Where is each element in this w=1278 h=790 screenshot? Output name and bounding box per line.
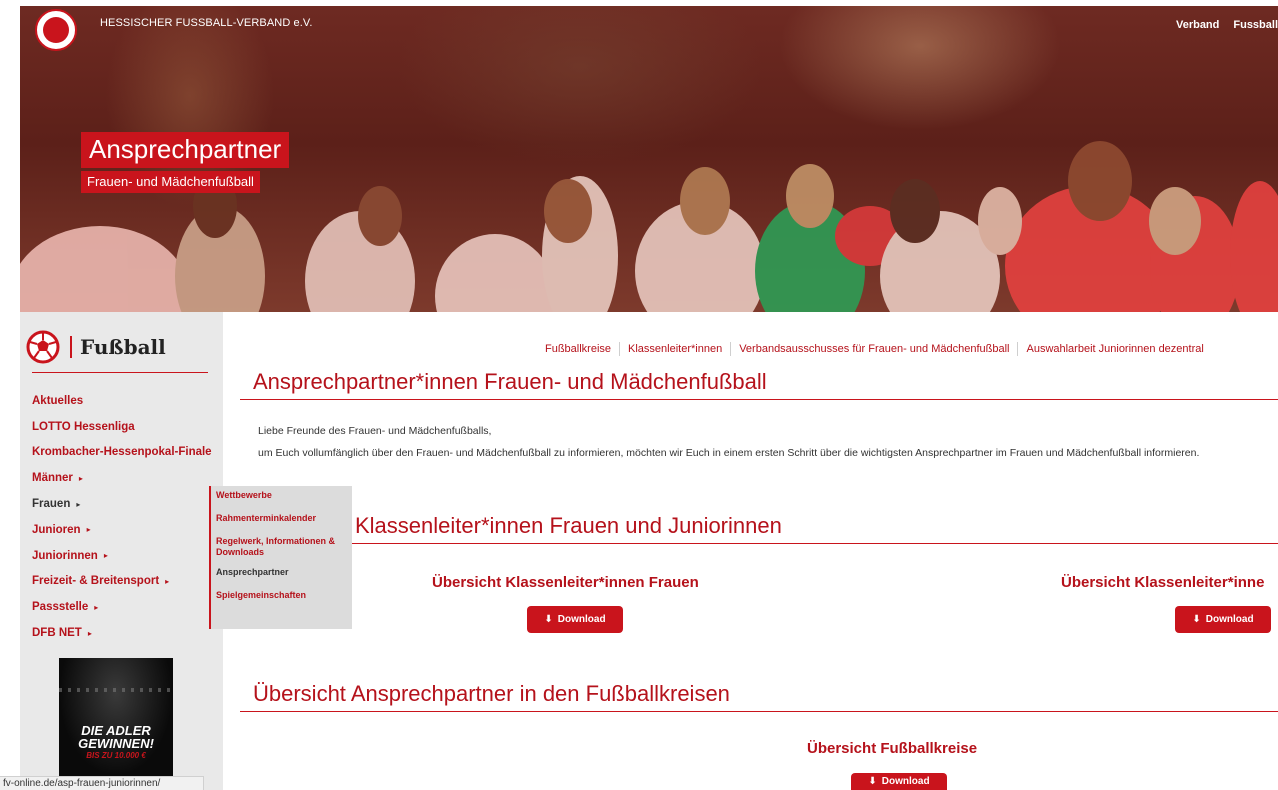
section-klassenleiter-heading: Klassenleiter*innen Frauen und Juniorinn…: [355, 513, 782, 538]
intro-greeting: Liebe Freunde des Frauen- und Mädchenfuß…: [258, 425, 492, 437]
browser-status-url: fv-online.de/asp-frauen-juniorinnen/: [0, 776, 204, 790]
section-fussballkreise-heading: Übersicht Ansprechpartner in den Fußball…: [253, 681, 730, 706]
top-nav-fussball[interactable]: Fussball: [1233, 19, 1278, 31]
fussballkreise-title: Übersicht Fußballkreise: [807, 740, 978, 757]
klassenleiter-juniorinnen-title: Übersicht Klassenleiter*inne: [1061, 574, 1265, 591]
promo-banner[interactable]: DIE ADLER GEWINNEN! BIS ZU 10.000 €: [59, 658, 173, 776]
sidebar-divider: [32, 372, 208, 373]
subnav-link-verbandsausschuss[interactable]: Verbandsausschusses für Frauen- und Mädc…: [739, 343, 1009, 355]
hfv-logo[interactable]: [35, 9, 77, 51]
sidebar-item-lotto-hessenliga[interactable]: LOTTO Hessenliga: [32, 414, 212, 440]
hero-title: Ansprechpartner: [81, 132, 290, 168]
intro-text: um Euch vollumfänglich über den Frauen- …: [258, 447, 1200, 459]
submenu-item-rahmenterminkalender[interactable]: Rahmenterminkalender: [216, 513, 352, 524]
sidebar-item-passstelle[interactable]: Passstelle ▸: [32, 594, 212, 620]
download-button-fussballkreise[interactable]: ⬇ Download: [851, 773, 947, 790]
sidebar: Fußball Aktuelles LOTTO Hessenliga Kromb…: [20, 312, 223, 790]
promo-line-2: GEWINNEN!: [78, 736, 154, 751]
subnav-separator: [1017, 342, 1019, 356]
subnav-link-fussballkreise[interactable]: Fußballkreise: [545, 343, 611, 355]
top-nav-verband[interactable]: Verband: [1176, 19, 1219, 31]
download-icon: ⬇: [1192, 614, 1201, 625]
caret-right-icon: ▸: [94, 602, 99, 612]
submenu-item-spielgemeinschaften[interactable]: Spielgemeinschaften: [216, 590, 352, 601]
caret-right-icon: ▸: [103, 551, 108, 561]
sidebar-item-krombacher-hessenpokal-finale[interactable]: Krombacher-Hessenpokal-Finale: [32, 440, 212, 466]
sidebar-brand-label: Fußball: [80, 335, 166, 359]
caret-right-icon: ▸: [86, 525, 91, 535]
sidebar-brand[interactable]: Fußball: [26, 330, 166, 364]
download-button-juniorinnen[interactable]: ⬇ Download: [1175, 606, 1271, 633]
sidebar-item-juniorinnen[interactable]: Juniorinnen ▸: [32, 543, 212, 569]
caret-right-icon: ▸: [78, 473, 83, 483]
submenu-item-wettbewerbe[interactable]: Wettbewerbe: [216, 490, 352, 501]
frauen-submenu: Wettbewerbe Rahmenterminkalender Regelwe…: [209, 486, 352, 629]
sidebar-item-freizeit-breitensport[interactable]: Freizeit- & Breitensport ▸: [32, 569, 212, 595]
download-icon: ⬇: [544, 614, 553, 625]
site-name[interactable]: HESSISCHER FUSSBALL-VERBAND e.V.: [100, 17, 312, 29]
football-icon: [26, 330, 60, 364]
sidebar-item-dfb-net[interactable]: DFB NET ▸: [32, 620, 212, 646]
sidebar-item-aktuelles[interactable]: Aktuelles: [32, 388, 212, 414]
hero-subtitle: Frauen- und Mädchenfußball: [81, 171, 260, 193]
top-nav: Verband Fussball: [1176, 19, 1278, 31]
section-klassenleiter-rule: [352, 543, 1278, 544]
promo-line-3: BIS ZU 10.000 €: [86, 751, 146, 760]
sidebar-item-frauen[interactable]: Frauen ▸: [32, 491, 212, 517]
submenu-item-ansprechpartner[interactable]: Ansprechpartner: [216, 567, 352, 578]
subnav-separator: [730, 342, 732, 356]
subnav-link-klassenleiter[interactable]: Klassenleiter*innen: [628, 343, 722, 355]
hero-banner: HESSISCHER FUSSBALL-VERBAND e.V. Verband…: [20, 6, 1278, 312]
caret-right-icon: ▸: [87, 628, 92, 638]
section-fussballkreise-rule: [240, 711, 1278, 712]
subnav-link-auswahlarbeit[interactable]: Auswahlarbeit Juniorinnen dezentral: [1026, 343, 1203, 355]
page-subnav: Fußballkreise Klassenleiter*innen Verban…: [545, 342, 1204, 356]
sidebar-menu: Aktuelles LOTTO Hessenliga Krombacher-He…: [32, 388, 212, 646]
download-icon: ⬇: [868, 776, 877, 787]
sidebar-item-junioren[interactable]: Junioren ▸: [32, 517, 212, 543]
klassenleiter-frauen-title: Übersicht Klassenleiter*innen Frauen: [432, 574, 699, 591]
caret-right-icon: ▸: [165, 576, 170, 586]
submenu-item-regelwerk[interactable]: Regelwerk, Informationen & Downloads: [216, 536, 352, 558]
caret-right-icon: ▸: [76, 499, 81, 509]
download-button-frauen[interactable]: ⬇ Download: [527, 606, 623, 633]
brand-divider: [70, 336, 72, 358]
stadium-lights: [59, 688, 173, 692]
page-title: Ansprechpartner*innen Frauen- und Mädche…: [253, 369, 767, 394]
title-rule: [240, 399, 1278, 400]
subnav-separator: [619, 342, 621, 356]
sidebar-item-maenner[interactable]: Männer ▸: [32, 465, 212, 491]
